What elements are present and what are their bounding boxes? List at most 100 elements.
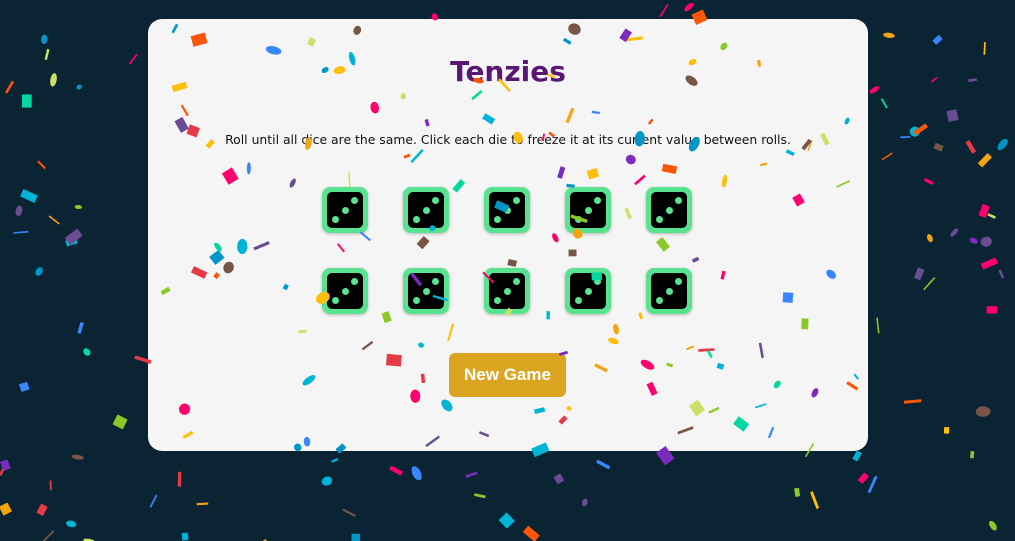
confetti-piece [659,3,669,18]
confetti-piece [852,450,862,462]
confetti-piece [880,98,888,109]
pip [675,278,682,285]
pip [594,197,601,204]
confetti-piece [926,234,933,243]
confetti-piece [969,450,975,459]
confetti-piece [331,458,339,463]
confetti-piece [867,475,878,494]
confetti-piece [389,465,403,476]
confetti-piece [36,503,48,517]
confetti-piece [913,123,928,136]
confetti-piece [196,502,209,506]
dice-grid [322,187,692,314]
confetti-piece [913,267,925,281]
pip [413,297,420,304]
instructions-text: Roll until all dice are the same. Click … [225,132,791,147]
pip [332,216,339,223]
confetti-piece [74,204,83,210]
confetti-piece [977,153,993,168]
pip [422,206,430,214]
confetti-piece [980,257,998,270]
die-2[interactable] [403,187,449,233]
die-9[interactable] [565,268,611,314]
die-face [651,273,687,309]
confetti-piece [684,2,694,12]
pip [665,206,673,214]
confetti-piece [177,471,182,487]
confetti-piece [0,468,5,476]
pip [575,216,582,223]
confetti-piece [946,109,959,122]
pip [351,197,358,204]
confetti-piece [37,160,46,170]
new-game-button[interactable]: New Game [449,353,566,397]
confetti-piece [553,473,565,485]
die-3[interactable] [484,187,530,233]
pip [432,278,439,285]
confetti-piece [65,237,78,247]
pip [332,297,339,304]
confetti-piece [997,138,1008,151]
die-face [408,273,444,309]
confetti-piece [989,520,997,531]
pip [656,297,663,304]
pip [503,206,511,214]
confetti-piece [64,228,83,246]
confetti-piece [0,459,11,472]
confetti-piece [923,177,934,185]
confetti-piece [900,136,911,139]
pip [584,206,592,214]
confetti-piece [943,427,950,434]
confetti-piece [969,237,978,244]
die-7[interactable] [403,268,449,314]
confetti-piece [883,32,895,38]
pip [594,278,601,285]
die-face [327,273,363,309]
die-5[interactable] [646,187,692,233]
pip [494,297,501,304]
confetti-piece [49,480,52,491]
pip [422,287,430,295]
confetti-piece [965,140,977,154]
confetti-piece [20,188,38,204]
confetti-piece [909,126,920,137]
confetti-piece [13,230,29,234]
pip [494,216,501,223]
die-10[interactable] [646,268,692,314]
confetti-piece [968,78,978,82]
confetti-piece [71,454,84,460]
confetti-piece [15,205,23,216]
confetti-piece [50,73,57,87]
confetti-piece [930,76,938,83]
die-face [651,192,687,228]
pip [432,197,439,204]
confetti-piece [77,322,84,334]
confetti-piece [950,228,959,237]
confetti-piece [881,152,893,161]
confetti-piece [581,498,588,507]
pip [675,197,682,204]
confetti-piece [44,48,50,61]
die-6[interactable] [322,268,368,314]
pip [341,287,349,295]
confetti-piece [983,42,986,55]
confetti-piece [35,267,43,276]
die-4[interactable] [565,187,611,233]
pip [351,278,358,285]
pip [665,287,673,295]
confetti-piece [923,277,936,291]
die-face [408,192,444,228]
confetti-piece [128,53,138,65]
confetti-piece [986,306,998,314]
die-1[interactable] [322,187,368,233]
confetti-piece [975,406,991,417]
confetti-piece [498,512,515,529]
confetti-piece [41,530,55,541]
confetti-piece [4,80,15,94]
confetti-piece [987,213,996,219]
confetti-piece [998,269,1005,279]
pip [341,206,349,214]
confetti-piece [76,84,82,90]
confetti-piece [980,236,992,247]
die-8[interactable] [484,268,530,314]
